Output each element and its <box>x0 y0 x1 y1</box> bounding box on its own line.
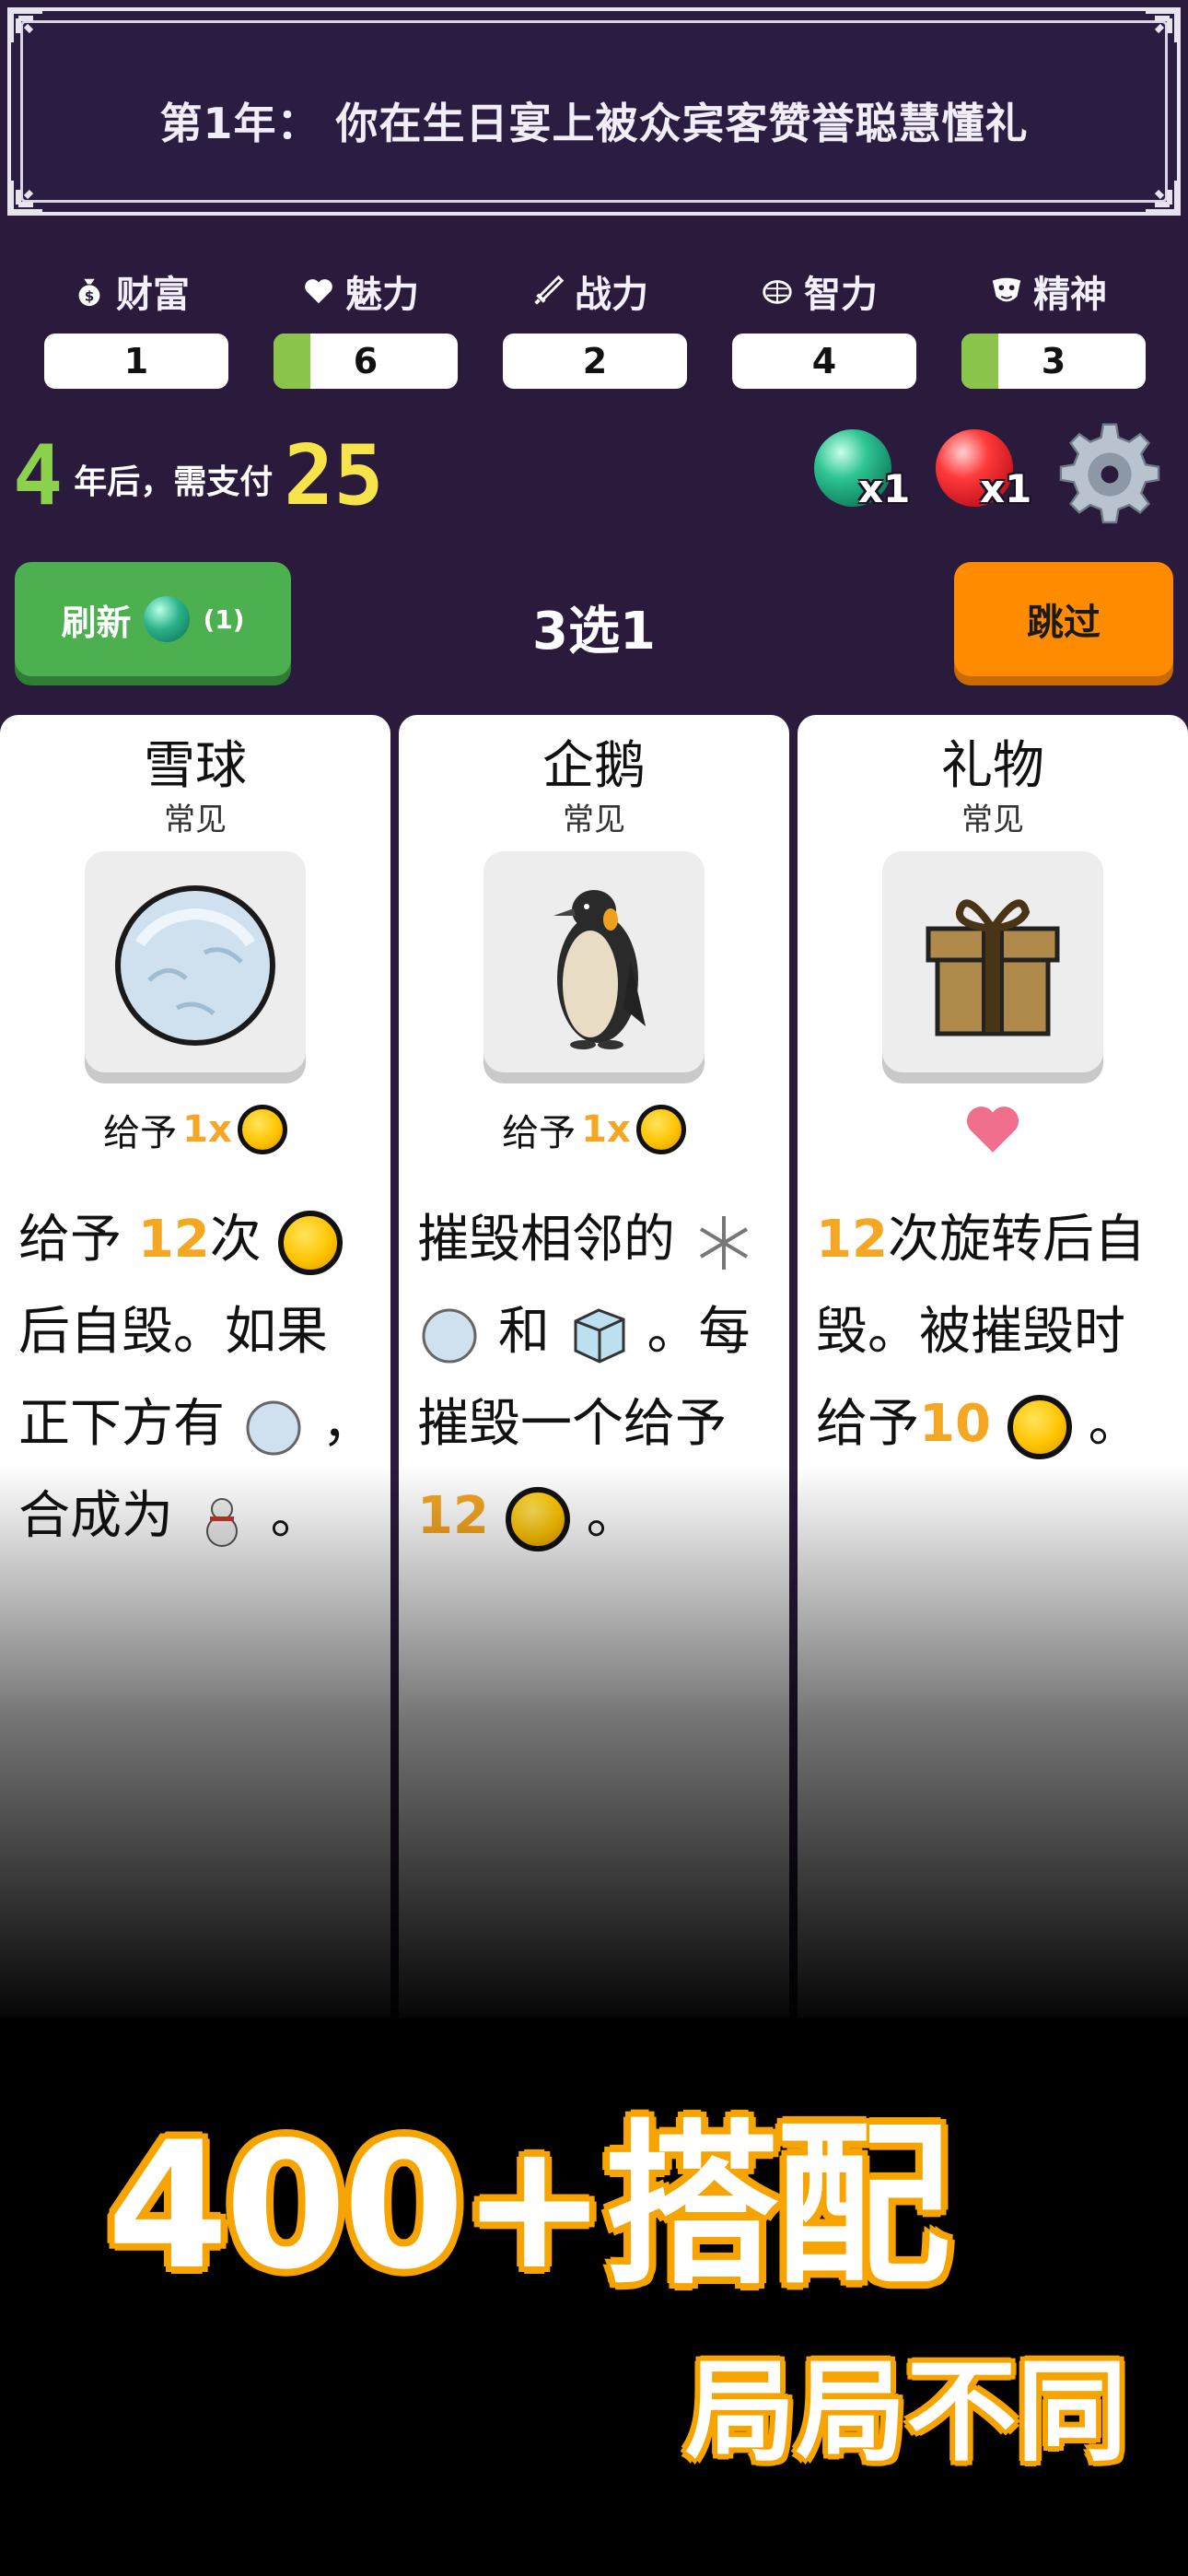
refresh-button[interactable]: 刷新 (1) <box>15 562 291 676</box>
rent-info: 4 年后，需支付 25 <box>13 426 384 518</box>
rent-text: 年后，需支付 <box>74 463 274 501</box>
penguin-icon <box>553 890 646 1049</box>
card-rarity: 常见 <box>961 802 1024 838</box>
stat-value-box: 6 <box>274 334 458 389</box>
skip-button[interactable]: 跳过 <box>954 562 1173 676</box>
give-prefix: 给予 <box>103 1112 178 1154</box>
stat-intelligence: 智力 4 <box>732 263 916 389</box>
card-rarity: 常见 <box>164 802 227 838</box>
promo-headline: 400+搭配 <box>107 2104 950 2308</box>
stat-wealth: $ 财富 1 <box>44 263 228 389</box>
pick-title: 3选1 <box>532 602 656 662</box>
snowball-icon <box>417 1303 482 1367</box>
event-banner: 第1年： 你在生日宴上被众宾客赞誉聪慧懂礼 <box>7 7 1181 216</box>
card-reward: 给予 1x <box>399 1102 789 1157</box>
desc-text: 和 <box>497 1302 550 1362</box>
green-orb-icon <box>144 596 191 642</box>
heart-icon <box>305 279 332 304</box>
desc-number: 12 <box>137 1210 210 1270</box>
card-reward: 给予 1x <box>0 1102 390 1157</box>
give-amount: 1x <box>182 1108 232 1151</box>
coin-icon <box>1007 1394 1072 1459</box>
bottom-fade <box>0 1465 1188 2036</box>
stat-value-box: 1 <box>44 334 228 389</box>
snowflake-icon <box>692 1211 756 1275</box>
stat-value: 4 <box>811 341 837 381</box>
snowball-icon <box>241 1395 306 1459</box>
promo-subline: 局局不同 <box>685 2348 1127 2476</box>
desc-number: 12 <box>816 1210 888 1270</box>
stat-value: 1 <box>123 341 149 381</box>
stat-label: 财富 <box>116 274 190 316</box>
card-art <box>85 851 306 1072</box>
desc-text: 次 <box>209 1210 262 1270</box>
heart-icon <box>967 1107 1019 1153</box>
card-art <box>882 851 1103 1072</box>
stat-value: 3 <box>1041 341 1066 381</box>
stat-fill <box>961 334 998 389</box>
stats-bar: $ 财富 1 魅力 6 战力 2 智力 4 精神 3 <box>0 263 1188 392</box>
rent-amount: 25 <box>284 427 384 524</box>
corner-ornament-icon <box>8 8 42 42</box>
desc-number: 10 <box>919 1394 991 1454</box>
mask-icon <box>992 277 1021 302</box>
stat-value-box: 3 <box>961 334 1146 389</box>
ice-cube-icon <box>566 1303 631 1367</box>
desc-text: 给予 <box>18 1210 138 1270</box>
card-title: 礼物 <box>941 736 1044 796</box>
refresh-count: (1) <box>203 603 245 635</box>
stat-fill <box>274 334 310 389</box>
stat-label: 魅力 <box>345 274 419 316</box>
card-rarity: 常见 <box>563 802 625 838</box>
stat-value-box: 4 <box>732 334 916 389</box>
snowball-icon <box>115 885 275 1046</box>
brain-icon <box>763 280 792 304</box>
money-bag-icon: $ <box>78 278 100 307</box>
coin-icon <box>237 1105 287 1154</box>
stat-spirit: 精神 3 <box>961 263 1146 389</box>
corner-ornament-icon <box>8 181 42 215</box>
sword-icon <box>534 275 565 305</box>
corner-ornament-icon <box>1146 181 1180 215</box>
settings-gear-icon[interactable] <box>1055 420 1164 529</box>
refresh-label: 刷新 <box>61 602 132 643</box>
stat-label: 智力 <box>804 274 878 316</box>
coin-icon <box>635 1105 686 1154</box>
card-art <box>483 851 705 1072</box>
stat-label: 精神 <box>1033 274 1107 316</box>
card-reward <box>798 1102 1188 1157</box>
give-amount: 1x <box>581 1108 631 1151</box>
stat-charm: 魅力 6 <box>274 263 458 389</box>
give-prefix: 给予 <box>502 1112 577 1154</box>
green-orb-item[interactable]: x1 <box>814 429 915 521</box>
corner-ornament-icon <box>1146 8 1180 42</box>
stat-label: 战力 <box>575 274 648 316</box>
rent-years: 4 <box>13 427 64 524</box>
card-title: 雪球 <box>144 736 247 796</box>
orb-count: x1 <box>980 466 1032 511</box>
event-text: 第1年： 你在生日宴上被众宾客赞誉聪慧懂礼 <box>159 99 1029 148</box>
stat-combat: 战力 2 <box>503 263 687 389</box>
game-screen: 第1年： 你在生日宴上被众宾客赞誉聪慧懂礼 $ 财富 1 魅力 6 战力 2 智… <box>0 0 1188 2576</box>
stat-value: 6 <box>353 341 379 381</box>
orb-count: x1 <box>858 466 911 511</box>
coin-icon <box>277 1210 343 1275</box>
card-description: 12次旋转后自毁。被摧毁时给予10 。 <box>816 1194 1175 1470</box>
card-title: 企鹅 <box>542 736 646 796</box>
desc-text: 。 <box>1088 1394 1140 1454</box>
stat-value-box: 2 <box>503 334 687 389</box>
skip-label: 跳过 <box>1027 602 1101 644</box>
svg-text:$: $ <box>85 287 95 304</box>
red-orb-item[interactable]: x1 <box>936 429 1037 521</box>
stat-value: 2 <box>582 341 608 381</box>
desc-text: 摧毁相邻的 <box>417 1210 675 1270</box>
gift-box-icon <box>926 899 1060 1036</box>
